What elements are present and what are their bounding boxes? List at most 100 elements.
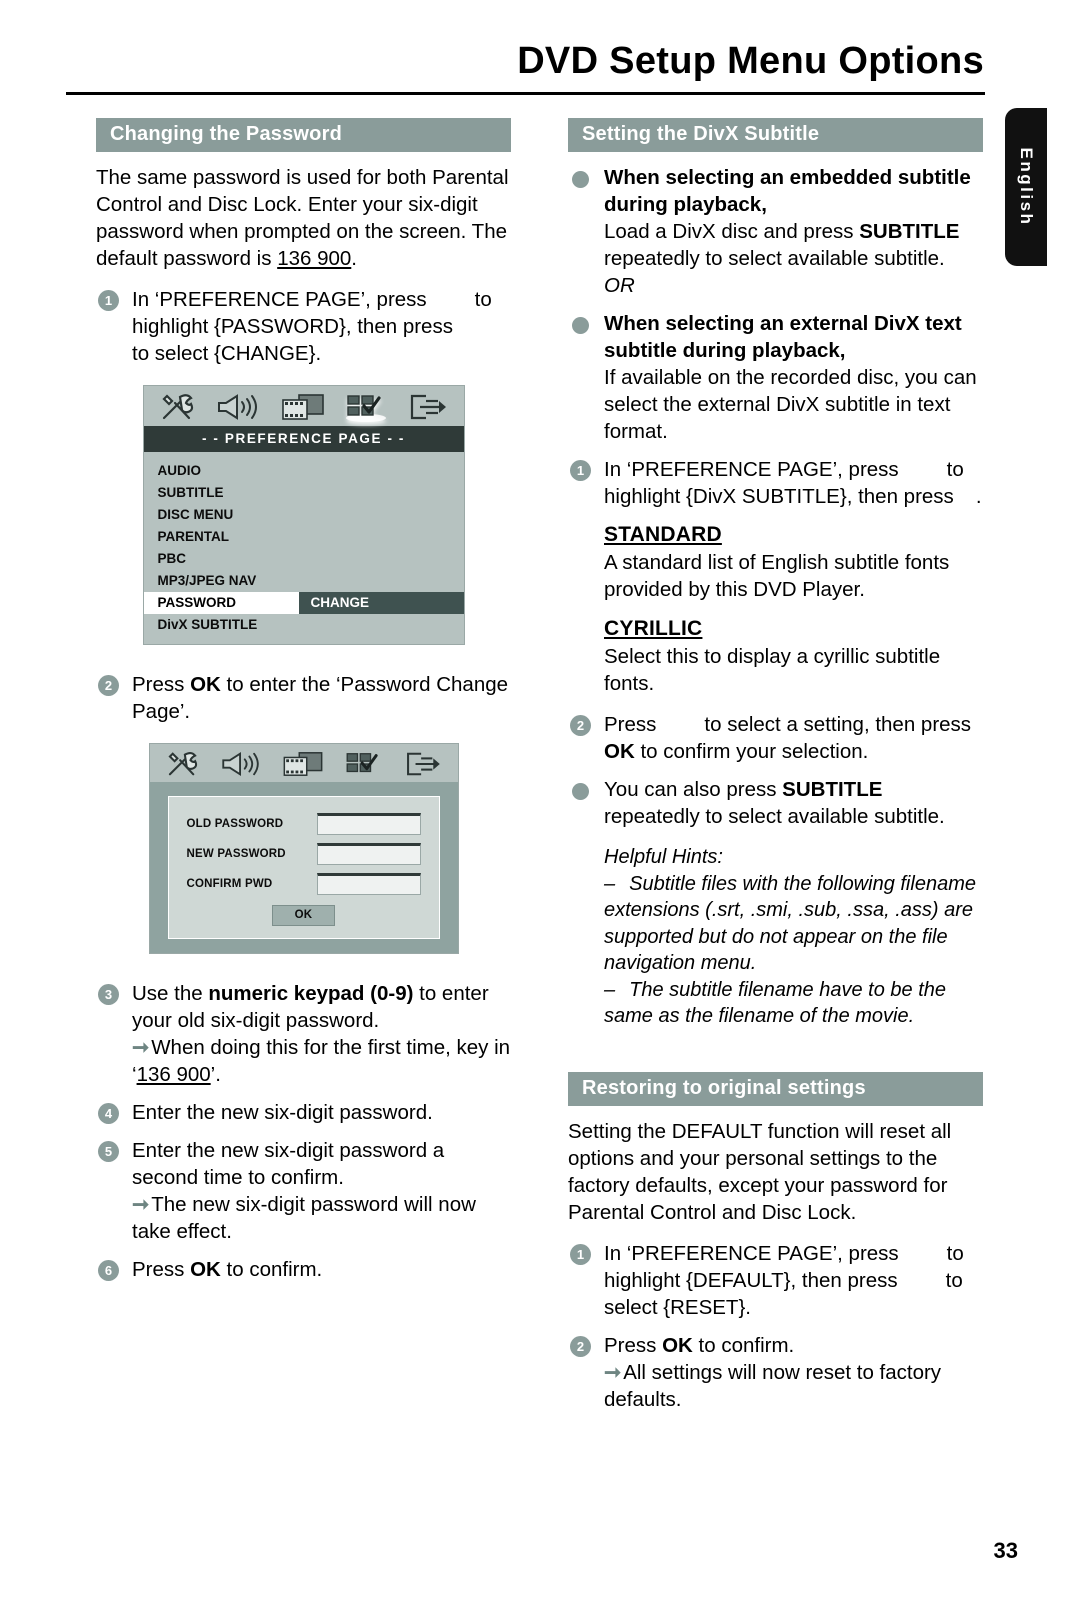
menu-row-label: SUBTITLE xyxy=(157,485,224,500)
step-number-badge: 3 xyxy=(98,984,119,1005)
password-intro-text-b: . xyxy=(351,247,357,270)
step-item-4: 4 Enter the new six-digit password. xyxy=(96,1099,511,1126)
bullet-dot-icon xyxy=(572,171,589,188)
field-label: CONFIRM PWD xyxy=(186,878,273,890)
menu-row-label: MP3/JPEG NAV xyxy=(157,573,257,588)
speaker-icon xyxy=(221,752,259,776)
divx-step-item-2: 2 Press to select a setting, then press O… xyxy=(568,711,983,765)
header-divider xyxy=(66,92,985,95)
step-3-note-password: 136 900 xyxy=(136,1063,211,1086)
preference-grid-icon xyxy=(346,395,386,422)
helpful-hints-title: Helpful Hints: xyxy=(604,846,723,868)
menu-row-label: AUDIO xyxy=(157,463,202,478)
confirm-password-input[interactable] xyxy=(316,873,421,895)
hint-1-text: Subtitle files with the following filena… xyxy=(604,872,976,975)
step-6-text-a: Press xyxy=(132,1258,191,1281)
menu-row-value xyxy=(299,482,464,504)
step-number-badge: 6 xyxy=(98,1260,119,1281)
bullet-1-body-a: Load a DivX disc and press xyxy=(604,220,860,243)
right-column: Setting the DivX Subtitle When selecting… xyxy=(568,118,983,1424)
menu-row-pbc[interactable]: PBC xyxy=(144,548,464,570)
step-number-badge: 2 xyxy=(98,675,119,696)
section-heading-changing-password: Changing the Password xyxy=(96,118,511,152)
step-number-badge: 1 xyxy=(570,1243,591,1265)
bullet-dot-icon xyxy=(572,783,589,800)
screen-menu-list: AUDIO SUBTITLE DISC MENU PARENTAL PBC MP… xyxy=(143,452,464,644)
option-body-cyrillic: Select this to display a cyrillic subtit… xyxy=(604,645,941,695)
divx-step-item-1: 1 In ‘PREFERENCE PAGE’, press to highligh… xyxy=(568,456,983,510)
left-column: Changing the Password The same password … xyxy=(96,118,511,1294)
screen-title-bar: - - PREFERENCE PAGE - - xyxy=(143,426,464,452)
exit-icon xyxy=(410,394,446,420)
menu-row-mp3-jpeg-nav[interactable]: MP3/JPEG NAV xyxy=(144,570,464,592)
divx-step-2-text-b: to select a setting, then press xyxy=(704,713,972,736)
menu-row-label: PARENTAL xyxy=(157,529,230,544)
step-1-text-a: In ‘PREFERENCE PAGE’, press xyxy=(132,288,427,311)
hint-dash: – xyxy=(604,978,616,1001)
step-number-badge: 5 xyxy=(98,1141,119,1162)
note-arrow-icon: ➞ xyxy=(604,1360,622,1384)
menu-row-label: DISC MENU xyxy=(157,507,234,522)
step-item-2: 2 Press OK to enter the ‘Password Change… xyxy=(96,671,511,725)
step-5-text: Enter the new six-digit password a secon… xyxy=(132,1139,445,1189)
restore-step-2-text-a: Press xyxy=(604,1333,663,1357)
preference-grid-icon xyxy=(346,753,378,773)
restore-intro-paragraph: Setting the DEFAULT function will reset … xyxy=(568,1119,952,1224)
old-password-input[interactable] xyxy=(316,813,421,835)
new-password-input[interactable] xyxy=(316,843,421,865)
bullet-3-text-a: You can also press xyxy=(604,778,783,801)
note-arrow-icon: ➞ xyxy=(132,1193,150,1216)
exit-icon xyxy=(406,752,440,776)
menu-row-audio[interactable]: AUDIO xyxy=(144,460,464,482)
screen-preference-page: - - PREFERENCE PAGE - - AUDIO SUBTITLE D… xyxy=(142,385,465,645)
step-number-badge: 2 xyxy=(570,715,591,736)
password-intro-paragraph: The same password is used for both Paren… xyxy=(96,164,511,272)
default-password-value: 136 900 xyxy=(277,247,352,270)
bullet-item-subtitle-key: You can also press SUBTITLE repeatedly t… xyxy=(568,776,983,830)
helpful-hint-1: – Subtitle files with the following filen… xyxy=(604,871,983,977)
step-1-text-c: to select {CHANGE}. xyxy=(132,342,322,365)
menu-row-value: CHANGE xyxy=(298,592,464,614)
restore-step-item-2: 2 Press OK to confirm. ➞All settings wil… xyxy=(568,1332,983,1413)
step-3-text-a: Use the xyxy=(132,982,209,1005)
restore-step-1-text-a: In ‘PREFERENCE PAGE’, press xyxy=(604,1241,899,1265)
bullet-1-body-b: repeatedly to select available subtitle. xyxy=(604,247,945,270)
menu-row-label: PASSWORD xyxy=(143,592,299,614)
bullet-3-text-b: repeatedly to select available subtitle. xyxy=(604,805,945,828)
tools-icon xyxy=(161,394,193,420)
field-row-new-password: NEW PASSWORD xyxy=(187,843,421,865)
divx-step-1-text-c: . xyxy=(975,485,982,508)
step-item-3: 3 Use the numeric keypad (0-9) to enter … xyxy=(96,980,511,1088)
ok-button[interactable]: OK xyxy=(271,905,336,926)
menu-row-divx-subtitle[interactable]: DivX SUBTITLE xyxy=(144,614,464,636)
screen-icon-bar xyxy=(149,744,458,782)
menu-row-label: DivX SUBTITLE xyxy=(157,617,258,632)
step-5-note: The new six-digit password will now take… xyxy=(132,1193,476,1243)
screen-password-change-page: OLD PASSWORD NEW PASSWORD CONFIRM PWD OK xyxy=(148,743,459,954)
step-4-text: Enter the new six-digit password. xyxy=(132,1101,433,1124)
hint-2-text: The subtitle filename have to be the sam… xyxy=(604,978,946,1028)
password-dialog-panel: OLD PASSWORD NEW PASSWORD CONFIRM PWD OK xyxy=(167,796,440,939)
page-title: DVD Setup Menu Options xyxy=(517,40,984,82)
subtitle-key-label: SUBTITLE xyxy=(859,220,960,243)
divx-step-1-text-a: In ‘PREFERENCE PAGE’, press xyxy=(604,458,899,481)
menu-row-subtitle[interactable]: SUBTITLE xyxy=(144,482,464,504)
step-number-badge: 1 xyxy=(98,290,119,311)
step-item-1: 1 In ‘PREFERENCE PAGE’, press to highligh… xyxy=(96,286,511,367)
restore-step-2-note: All settings will now reset to factory d… xyxy=(604,1360,942,1411)
option-heading-cyrillic: CYRILLIC xyxy=(604,617,703,640)
menu-row-disc-menu[interactable]: DISC MENU xyxy=(144,504,464,526)
option-heading-standard: STANDARD xyxy=(604,523,722,546)
bullet-item-external-subtitle: When selecting an external DivX text sub… xyxy=(568,310,983,445)
tools-icon xyxy=(167,752,197,776)
step-6-text-b: to confirm. xyxy=(220,1258,323,1281)
menu-row-parental[interactable]: PARENTAL xyxy=(144,526,464,548)
bullet-item-embedded-subtitle: When selecting an embedded subtitle duri… xyxy=(568,164,983,299)
ok-key-label: OK xyxy=(190,1258,221,1281)
step-3-note-b: ’. xyxy=(210,1063,221,1086)
speaker-icon xyxy=(218,394,257,420)
screen-icon-bar xyxy=(143,386,464,426)
step-number-badge: 2 xyxy=(570,1335,591,1357)
note-arrow-icon: ➞ xyxy=(132,1036,150,1059)
menu-row-password[interactable]: PASSWORD CHANGE xyxy=(143,592,464,614)
